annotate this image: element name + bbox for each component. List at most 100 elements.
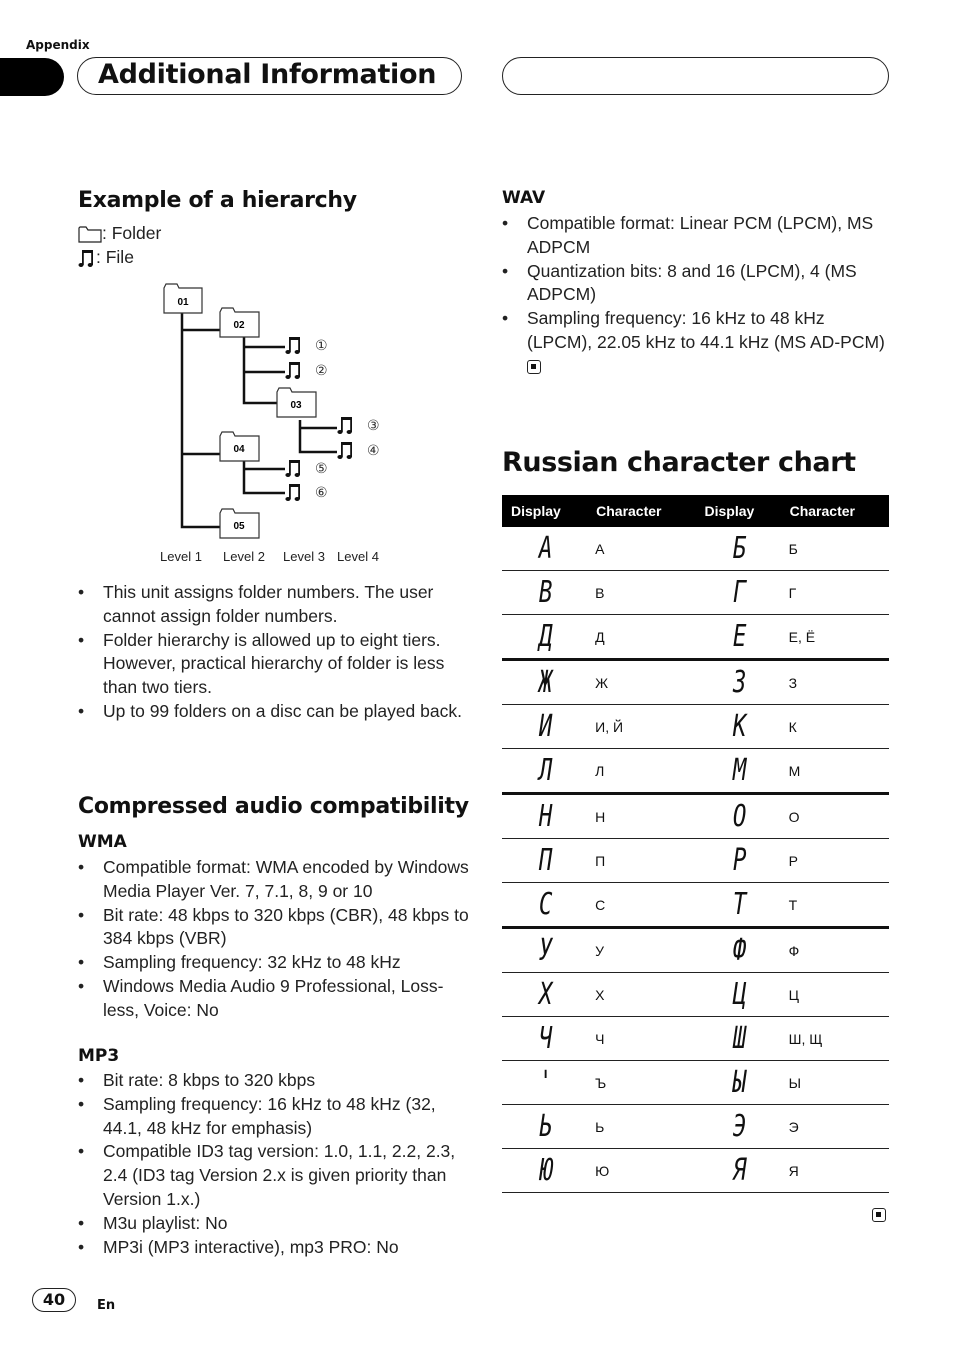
display-glyph: Ы	[732, 1065, 746, 1100]
file-number-6: ⑥	[315, 485, 328, 501]
compressed-audio-heading: Compressed audio compatibility	[78, 794, 469, 819]
table-row: AА ББ	[502, 527, 889, 571]
music-file-icon	[337, 442, 352, 459]
list-item: Sampling frequency: 16 kHz to 48 kHz (32…	[78, 1093, 470, 1141]
display-glyph: Л	[538, 753, 553, 788]
display-cell: Ж	[502, 659, 588, 705]
list-item: Folder hierarchy is allowed up to eight …	[78, 629, 468, 700]
character-cell: К	[780, 704, 889, 749]
list-item: Sampling frequency: 16 kHz to 48 kHz (LP…	[502, 307, 887, 378]
empty-title-box	[502, 57, 889, 95]
display-glyph: Г	[732, 575, 746, 610]
list-item: Bit rate: 48 kbps to 320 kbps (CBR), 48 …	[78, 904, 470, 952]
display-glyph: П	[538, 843, 553, 878]
table-row: Д Д E Е, Ё	[502, 614, 889, 661]
list-item: Quantization bits: 8 and 16 (LPCM), 4 (M…	[502, 260, 887, 308]
display-cell: Ч	[502, 1016, 588, 1061]
display-glyph: Ц	[732, 977, 746, 1012]
display-glyph: X	[538, 977, 553, 1012]
character-cell: А	[587, 527, 696, 571]
display-glyph: E	[732, 619, 746, 654]
character-cell: Т	[780, 882, 889, 929]
svg-text:04: 04	[233, 444, 245, 455]
character-cell: Ъ	[587, 1060, 696, 1105]
display-cell: E	[695, 614, 781, 661]
display-glyph: Я	[732, 1153, 746, 1188]
display-glyph: И	[538, 709, 553, 744]
end-of-section-icon	[872, 1208, 886, 1222]
display-cell: P	[695, 838, 781, 883]
display-glyph: B	[538, 575, 553, 610]
display-cell: Э	[695, 1104, 781, 1149]
display-cell: У	[502, 927, 588, 973]
display-glyph: H	[538, 799, 553, 834]
character-cell: Р	[780, 838, 889, 883]
display-glyph: '	[538, 1065, 553, 1100]
list-item: Up to 99 folders on a disc can be played…	[78, 700, 468, 724]
display-glyph: A	[538, 531, 553, 566]
list-item: Sampling frequency: 32 kHz to 48 kHz	[78, 951, 470, 975]
wav-heading: WAV	[502, 188, 546, 208]
character-cell: Ф	[780, 927, 889, 973]
svg-text:03: 03	[290, 400, 302, 411]
list-item: Windows Media Audio 9 Professional, Loss…	[78, 975, 470, 1023]
display-cell: O	[695, 793, 781, 839]
character-cell: Ц	[780, 972, 889, 1017]
wma-list: Compatible format: WMA encoded by Window…	[78, 856, 470, 1023]
character-cell: Б	[780, 527, 889, 571]
svg-text:02: 02	[233, 320, 245, 331]
display-cell: Ю	[502, 1148, 588, 1193]
table-row: УУ ФФ	[502, 927, 889, 973]
file-number-3: ③	[367, 418, 380, 434]
display-glyph: К	[732, 709, 746, 744]
table-row: ЖЖ ЗЗ	[502, 659, 889, 705]
character-cell: П	[587, 838, 696, 883]
character-cell: Ю	[587, 1148, 696, 1193]
character-cell: В	[587, 570, 696, 615]
character-cell: И, Й	[587, 704, 696, 749]
column-header-character: Character	[780, 495, 889, 527]
display-cell: Ь	[502, 1104, 588, 1149]
hierarchy-heading: Example of a hierarchy	[78, 188, 357, 213]
display-cell: M	[695, 748, 781, 795]
list-item: Bit rate: 8 kbps to 320 kbps	[78, 1069, 470, 1093]
character-cell: Ш, Щ	[780, 1016, 889, 1061]
table-row: Ч Ч Ш Ш, Щ	[502, 1016, 889, 1061]
russian-chart-heading: Russian character chart	[502, 447, 856, 478]
display-cell: Я	[695, 1148, 781, 1193]
music-file-icon	[285, 460, 300, 477]
table-row: ЬЬ ЭЭ	[502, 1104, 889, 1149]
folder-02: 02	[219, 307, 260, 338]
folder-tree-diagram: 01 02 03 04 05 ① ② ③ ④ ⑤ ⑥	[163, 283, 380, 539]
display-cell: Ы	[695, 1060, 781, 1105]
display-glyph: O	[732, 799, 746, 834]
music-file-icon	[285, 362, 300, 379]
column-header-character: Character	[587, 495, 696, 527]
music-file-icon	[78, 250, 93, 267]
section-tab-marker	[0, 58, 64, 96]
display-glyph: Ш	[732, 1021, 746, 1056]
tree-connectors	[180, 313, 337, 529]
hierarchy-legend: : Folder : File	[78, 222, 161, 270]
mp3-heading: MP3	[78, 1046, 120, 1066]
display-glyph: T	[732, 887, 746, 922]
table-header-row: Display Character Display Character	[502, 495, 889, 527]
page-title-box: Additional Information	[77, 57, 462, 95]
file-number-1: ①	[315, 338, 328, 354]
character-cell: З	[780, 659, 889, 705]
file-number-4: ④	[367, 443, 380, 459]
display-glyph: Э	[732, 1109, 746, 1144]
display-glyph: Ю	[538, 1153, 553, 1188]
list-item: Compatible format: WMA encoded by Window…	[78, 856, 470, 904]
display-cell: Ш	[695, 1016, 781, 1061]
music-file-icon	[285, 484, 300, 501]
display-cell: '	[502, 1060, 588, 1105]
display-glyph: C	[538, 887, 553, 922]
display-glyph: M	[732, 753, 746, 788]
display-cell: B	[502, 570, 588, 615]
page-title: Additional Information	[98, 59, 437, 90]
character-cell: Ж	[587, 659, 696, 705]
list-item: M3u playlist: No	[78, 1212, 470, 1236]
display-cell: И	[502, 704, 588, 749]
music-file-icon	[337, 417, 352, 434]
